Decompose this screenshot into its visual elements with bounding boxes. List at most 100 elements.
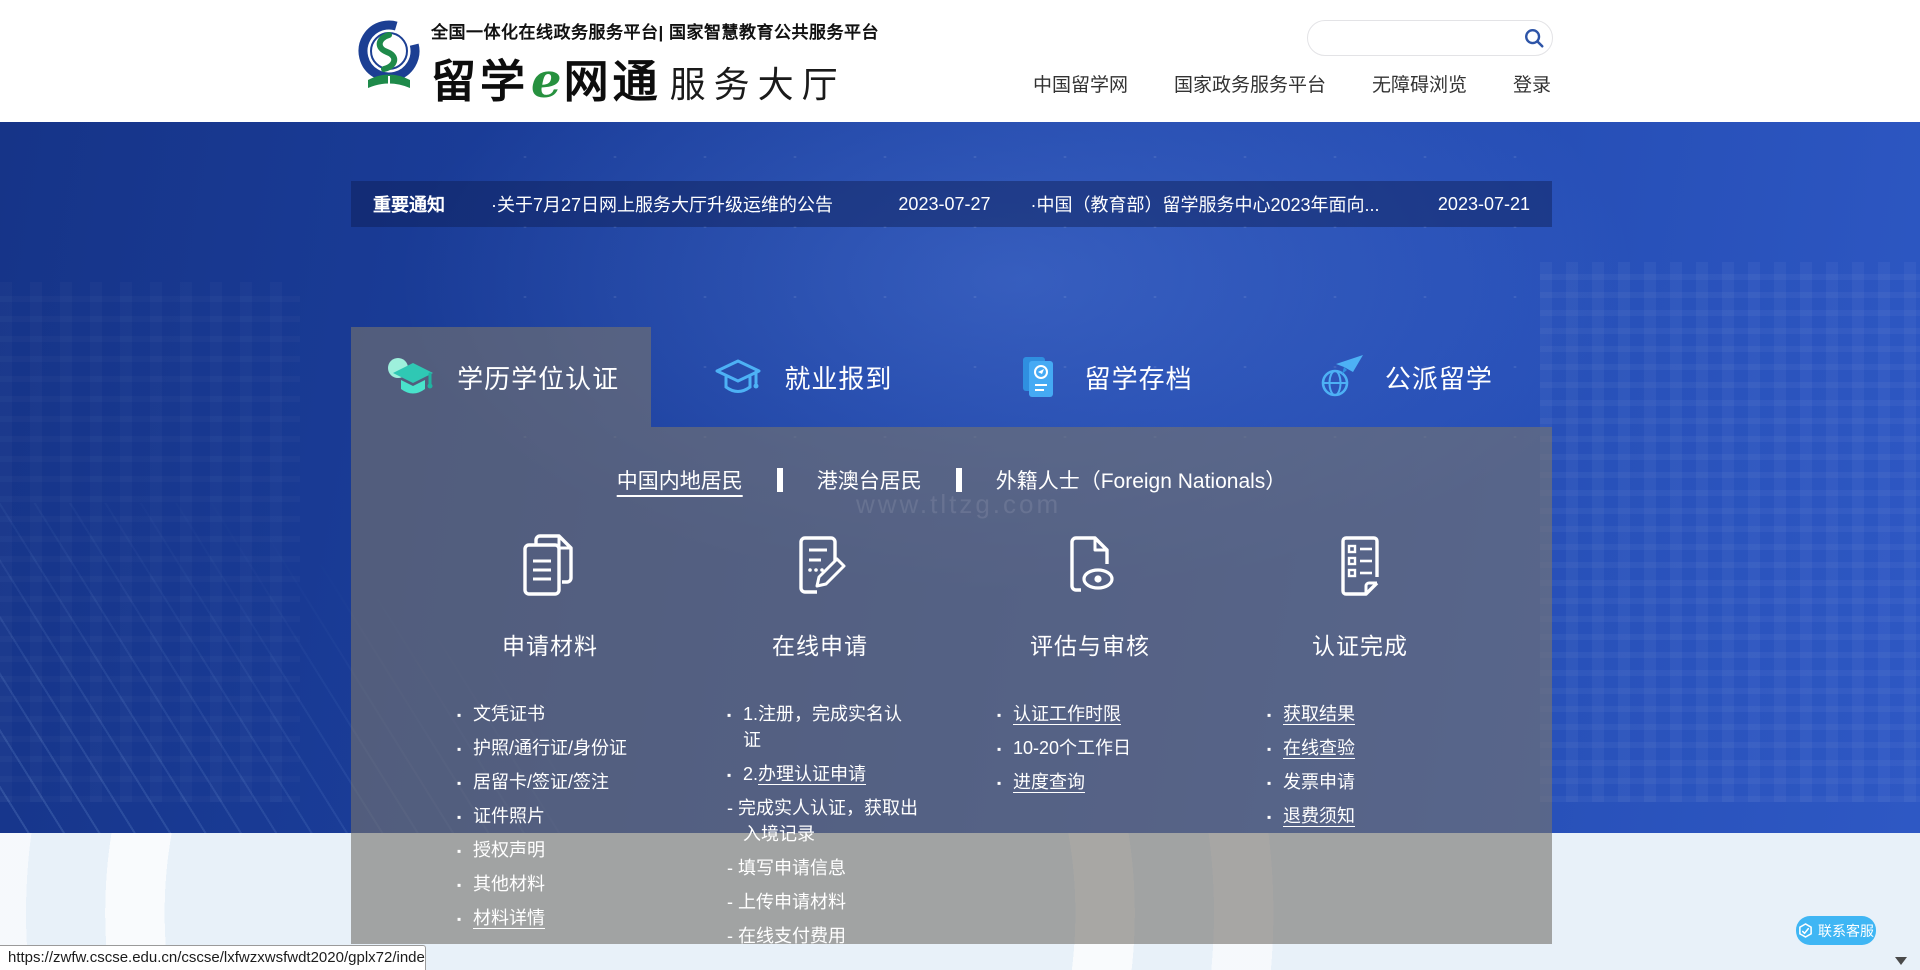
list-item[interactable]: ▪2.办理认证申请 [727,761,919,787]
brand-title-wangtong: 网通 [564,45,662,110]
square-bullet-icon: ▪ [997,770,1001,796]
tab-label: 就业报到 [784,359,892,396]
list-item[interactable]: ▪在线查验 [1267,735,1472,761]
search-input[interactable] [1324,23,1523,53]
review-eye-icon [1051,527,1129,605]
search-box[interactable] [1307,20,1553,56]
list-item[interactable]: ▪居留卡/签证/签注 [457,769,662,795]
tab-label: 留学存档 [1085,359,1193,396]
list-item[interactable]: ▪10-20个工作日 [997,735,1202,761]
notice-link[interactable]: ·关于7月27日网上服务大厅升级运维的公告 [491,191,833,217]
search-icon[interactable] [1523,27,1545,49]
item-prefix: - [727,926,738,946]
graduation-cap-blue-icon [710,349,766,405]
item-prefix: 1. [743,704,758,724]
nav-gov-service-platform-link[interactable]: 国家政务服务平台 [1174,70,1326,97]
site-header: 全国一体化在线政务服务平台| 国家智慧教育公共服务平台 留学e网通服务大厅 中国… [0,0,1920,122]
list-item[interactable]: ▪其他材料 [457,871,662,897]
edit-document-icon [781,527,859,605]
airplane-globe-icon [1311,349,1367,405]
notice-item: ·关于7月27日网上服务大厅升级运维的公告 2023-07-27 [491,191,991,217]
nav-china-study-link[interactable]: 中国留学网 [1033,70,1128,97]
square-bullet-icon: ▪ [457,702,461,728]
square-bullet-icon: ▪ [997,736,1001,762]
hero-buildings-right [1540,262,1920,802]
watermark: www.tltzg.com [856,489,1061,520]
contact-support-button[interactable]: 联系客服 [1796,916,1876,945]
notice-link[interactable]: ·中国（教育部）留学服务中心2023年面向... [1031,191,1380,217]
item-text: 注册，完成实名认证 [743,704,902,750]
list-item[interactable]: - 在线支付费用 [727,923,919,949]
list-item[interactable]: - 完成实人认证，获取出入境记录 [727,795,919,847]
item-text: 在线查验 [1283,738,1355,758]
square-bullet-icon: ▪ [457,872,461,898]
item-text: 授权声明 [473,840,545,860]
list-item[interactable]: ▪认证工作时限 [997,701,1202,727]
item-text: 进度查询 [1013,772,1085,792]
top-nav: 中国留学网 国家政务服务平台 无障碍浏览 登录 [1033,70,1551,97]
tab-study-archive[interactable]: 留学存档 [952,327,1252,427]
list-item[interactable]: ▪证件照片 [457,803,662,829]
item-text: 文凭证书 [473,704,545,724]
square-bullet-icon: ▪ [457,906,461,932]
nav-login-link[interactable]: 登录 [1513,70,1551,97]
column-review-assessment: 评估与审核 ▪认证工作时限▪10-20个工作日▪进度查询 [955,527,1225,957]
notice-bar: 重要通知 ·关于7月27日网上服务大厅升级运维的公告 2023-07-27 ·中… [351,181,1552,227]
brand-title: 留学e网通服务大厅 [431,45,879,110]
tab-label: 公派留学 [1385,359,1493,396]
column-list: ▪文凭证书▪护照/通行证/身份证▪居留卡/签证/签注▪证件照片▪授权声明▪其他材… [457,701,662,939]
column-online-application: 在线申请 ▪ 1.注册，完成实名认证 ▪2.办理认证申请 - 完成实人认证，获取出入境… [685,527,955,957]
column-list: ▪获取结果▪在线查验▪发票申请▪退费须知 [1267,701,1472,837]
item-text: 获取结果 [1283,704,1355,724]
documents-icon [511,527,589,605]
cscse-logo-icon [355,14,423,100]
contact-button-label: 联系客服 [1818,921,1874,941]
column-list: ▪认证工作时限▪10-20个工作日▪进度查询 [997,701,1202,803]
item-text: 上传申请材料 [738,892,846,912]
column-title: 在线申请 [685,627,955,661]
page: 全国一体化在线政务服务平台| 国家智慧教育公共服务平台 留学e网通服务大厅 中国… [0,0,1920,970]
list-item[interactable]: ▪ 材料详情 [457,905,662,931]
square-bullet-icon: ▪ [457,838,461,864]
list-item[interactable]: - 填写申请信息 [727,855,919,881]
headset-icon [1798,923,1813,938]
column-application-materials: 申请材料 ▪文凭证书▪护照/通行证/身份证▪居留卡/签证/签注▪证件照片▪授权声… [415,527,685,957]
subtab-mainland-residents[interactable]: 中国内地居民 [617,465,743,495]
item-prefix: - [727,858,738,878]
list-item[interactable]: ▪ 授权声明 [457,837,662,863]
list-item[interactable]: - 上传申请材料 [727,889,919,915]
status-bar-url: https://zwfw.cscse.edu.cn/cscse/lxfwzxws… [0,945,426,970]
item-text: 材料详情 [473,908,545,928]
list-item[interactable]: ▪ 文凭证书 [457,701,662,727]
brand-tagline: 全国一体化在线政务服务平台| 国家智慧教育公共服务平台 [431,18,879,43]
column-title: 认证完成 [1225,627,1495,661]
nav-accessibility-link[interactable]: 无障碍浏览 [1372,70,1467,97]
item-text: 在线支付费用 [738,926,846,946]
list-item[interactable]: ▪ 获取结果 [1267,701,1472,727]
item-text: 填写申请信息 [738,858,846,878]
tab-degree-authentication[interactable]: 学历学位认证 [351,327,651,427]
list-item[interactable]: ▪退费须知 [1267,803,1472,829]
list-item[interactable]: ▪ 1.注册，完成实名认证 [727,701,919,753]
notice-date: 2023-07-21 [1438,194,1530,215]
item-text: 完成实人认证，获取出入境记录 [738,798,918,844]
tab-employment-registration[interactable]: 就业报到 [651,327,951,427]
header-right: 中国留学网 国家政务服务平台 无障碍浏览 登录 [993,0,1553,122]
subtab-separator [777,468,783,492]
list-item[interactable]: ▪护照/通行证/身份证 [457,735,662,761]
notice-date: 2023-07-27 [898,194,990,215]
brand-title-liuxue: 留学 [431,45,529,110]
scrollbar-down-arrow[interactable] [1895,957,1907,965]
square-bullet-icon: ▪ [727,702,731,728]
square-bullet-icon: ▪ [1267,770,1271,796]
list-item[interactable]: ▪发票申请 [1267,769,1472,795]
item-text: 居留卡/签证/签注 [473,772,609,792]
brand: 全国一体化在线政务服务平台| 国家智慧教育公共服务平台 留学e网通服务大厅 [355,14,879,110]
item-prefix: - [727,798,738,818]
square-bullet-icon: ▪ [1267,804,1271,830]
list-item[interactable]: ▪ 进度查询 [997,769,1202,795]
service-panel: 中国内地居民 港澳台居民 外籍人士（Foreign Nationals） www… [351,427,1552,944]
service-tabs: 学历学位认证 就业报到 [351,327,1552,427]
square-bullet-icon: ▪ [1267,702,1271,728]
tab-government-sponsored-study[interactable]: 公派留学 [1252,327,1552,427]
